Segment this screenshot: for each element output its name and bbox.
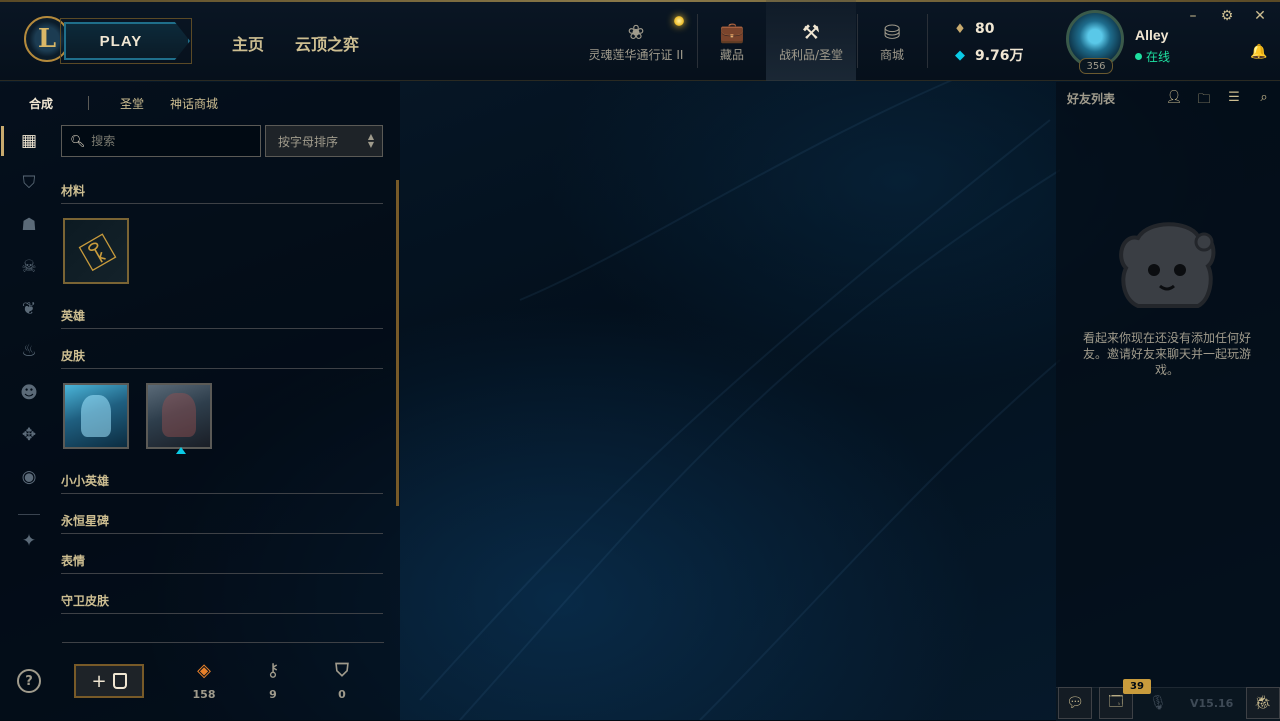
skin-art: [162, 393, 196, 437]
riot-points-currency[interactable]: ◆ 9.76万: [953, 45, 1024, 65]
nav-separator: [857, 14, 858, 68]
filter-eternals-flame-icon[interactable]: ♨: [18, 340, 40, 362]
friends-panel: [1056, 82, 1280, 687]
nav-battle-pass[interactable]: ❀ 灵魂莲华通行证 II: [586, 0, 686, 81]
search-box[interactable]: 🔍︎: [61, 125, 261, 157]
online-status-label: 在线: [1146, 50, 1171, 64]
chat-icon[interactable]: 💬︎: [1058, 687, 1092, 719]
blue-essence-currency[interactable]: ♦ 80: [953, 21, 994, 37]
side-divider: [18, 514, 40, 515]
tab-separator: [88, 96, 89, 110]
add-folder-icon[interactable]: 🗀: [1195, 90, 1213, 112]
orange-essence-count: 158: [192, 688, 216, 701]
filter-champion-helmet-icon[interactable]: ☗: [18, 214, 40, 236]
friends-list-title: 好友列表: [1067, 92, 1116, 106]
orange-essence-counter: ◈ 158: [184, 660, 224, 701]
bottom-divider: [62, 642, 384, 643]
section-ward-skins: 守卫皮肤: [61, 592, 383, 614]
selected-marker-icon: [176, 447, 186, 454]
riot-points-icon: ◆: [955, 47, 965, 63]
key-fragment-icon: ⚷: [266, 660, 280, 681]
loot-scrollbar[interactable]: [396, 180, 399, 506]
friends-search-icon[interactable]: ⌕: [1255, 90, 1273, 105]
filter-all-grid-icon[interactable]: ▦: [18, 130, 40, 152]
voice-mic-icon[interactable]: 🎙︎: [1141, 687, 1175, 719]
filter-misc-icon[interactable]: ✦: [18, 530, 40, 552]
section-champions: 英雄: [61, 307, 383, 329]
section-little-legends: 小小英雄: [61, 472, 383, 494]
key-icon: ⚿: [73, 225, 123, 281]
list-view-icon[interactable]: ☰: [1225, 90, 1243, 105]
nav-tft[interactable]: 云顶之弈: [295, 31, 359, 55]
search-input[interactable]: [91, 134, 252, 148]
nav-home[interactable]: 主页: [232, 31, 264, 55]
search-icon: 🔍︎: [70, 134, 86, 148]
tab-crafting[interactable]: 合成: [29, 95, 53, 112]
section-skins: 皮肤: [61, 347, 383, 369]
play-button[interactable]: PLAY: [64, 22, 190, 60]
nav-separator: [927, 14, 928, 68]
bug-report-icon[interactable]: 🐞︎: [1246, 687, 1280, 719]
client-version: V15.16: [1190, 697, 1234, 710]
nav-loot-label: 战利品/圣堂: [778, 48, 844, 62]
filter-emote-face-icon[interactable]: ☻: [18, 382, 40, 404]
nav-loot[interactable]: ⚒ 战利品/圣堂: [766, 0, 856, 81]
key-count: 9: [269, 688, 277, 701]
plus-icon: +: [91, 670, 107, 692]
filter-ward-icon[interactable]: ✥: [18, 424, 40, 446]
orange-essence-icon: ◈: [197, 660, 211, 681]
play-button-label: PLAY: [99, 32, 143, 50]
help-button[interactable]: ?: [17, 669, 41, 693]
add-friend-icon[interactable]: 👤︎: [1165, 90, 1183, 105]
section-materials: 材料: [61, 182, 383, 204]
nav-store[interactable]: ⛁ 商城: [866, 0, 918, 81]
chest-counter: ⛉ 0: [322, 660, 362, 701]
notification-glow-dot: [674, 16, 684, 26]
lotus-icon: ❀: [627, 20, 645, 44]
tab-sanctum[interactable]: 圣堂: [120, 95, 144, 112]
riot-points-amount: 9.76万: [975, 48, 1024, 64]
nav-collection[interactable]: 💼 藏品: [706, 0, 758, 81]
nav-collection-label: 藏品: [719, 48, 744, 62]
hextech-key-item[interactable]: ⚿: [63, 218, 129, 284]
sort-dropdown-label: 按字母排序: [278, 134, 339, 149]
level-badge: 356: [1079, 58, 1113, 74]
tab-mythic-shop[interactable]: 神话商城: [170, 95, 218, 112]
poro-mascot-icon: [1119, 222, 1216, 308]
side-active-indicator: [1, 126, 4, 156]
nav-store-label: 商城: [879, 48, 904, 62]
collection-bag-icon: 💼: [719, 20, 745, 44]
chest-counter-icon: ⛉: [335, 660, 349, 681]
close-button[interactable]: ✕: [1251, 8, 1269, 24]
filter-skin-mask-icon[interactable]: ☠: [18, 256, 40, 278]
online-dot-icon: [1135, 53, 1142, 60]
store-coins-icon: ⛁: [883, 20, 901, 44]
filter-chest-icon[interactable]: ⛉: [18, 172, 40, 194]
username[interactable]: Alley: [1135, 27, 1168, 43]
nav-battle-pass-label: 灵魂莲华通行证 II: [588, 48, 684, 62]
blue-essence-icon: ♦: [954, 21, 966, 37]
skin-shard-item[interactable]: [146, 383, 212, 449]
loot-hammer-icon: ⚒: [802, 20, 820, 44]
chest-icon: [112, 673, 127, 689]
add-chest-button[interactable]: +: [74, 664, 144, 698]
filter-summoner-icon[interactable]: ◉: [18, 466, 40, 488]
section-emotes: 表情: [61, 552, 383, 574]
key-counter: ⚷ 9: [253, 660, 293, 701]
filter-little-legend-icon[interactable]: ❦: [18, 298, 40, 320]
chest-count: 0: [338, 688, 346, 701]
settings-gear-icon[interactable]: ⚙: [1218, 8, 1236, 24]
updown-chevron-icon: ▲ ▼: [367, 132, 374, 149]
online-status[interactable]: 在线: [1135, 48, 1170, 65]
notification-bell-icon[interactable]: 🔔: [1250, 44, 1267, 60]
section-eternals: 永恒星碑: [61, 512, 383, 534]
friends-empty-message: 看起来你现在还没有添加任何好友。邀请好友来聊天并一起玩游戏。: [1082, 331, 1251, 377]
minimize-button[interactable]: –: [1184, 8, 1202, 24]
nav-separator: [697, 14, 698, 68]
skin-shard-item[interactable]: [63, 383, 129, 449]
skin-art: [81, 395, 111, 437]
sort-dropdown[interactable]: 按字母排序 ▲ ▼: [265, 125, 383, 157]
blue-essence-amount: 80: [975, 21, 995, 37]
